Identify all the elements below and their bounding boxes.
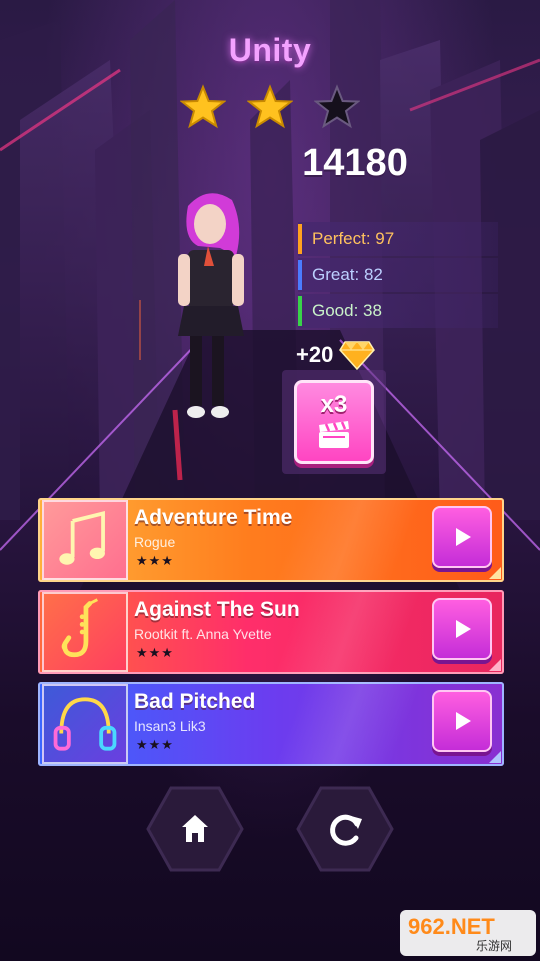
play-icon — [456, 528, 471, 546]
song-difficulty-stars: ★★★ — [136, 554, 174, 569]
clapperboard-icon — [319, 421, 349, 448]
replay-button[interactable] — [296, 786, 394, 872]
site-watermark-logo: 962.NET 乐游网 — [400, 910, 536, 956]
home-button[interactable] — [146, 786, 244, 872]
gem-reward: +20 — [296, 337, 376, 373]
song-artist: Rogue — [134, 534, 176, 550]
great-indicator — [298, 260, 302, 290]
multiplier-panel: x3 — [282, 370, 386, 474]
good-indicator — [298, 296, 302, 326]
play-icon — [456, 712, 471, 730]
song-card-bad-pitched[interactable]: Bad Pitched Insan3 Lik3 ★★★ — [38, 682, 504, 766]
corner-accent — [489, 659, 501, 671]
play-button[interactable] — [432, 598, 492, 660]
home-icon — [146, 786, 244, 872]
watermark-brand: 962.NET — [408, 914, 495, 939]
diamond-icon — [339, 341, 376, 370]
great-label: Great: 82 — [312, 265, 383, 284]
song-title: Bad Pitched — [134, 690, 256, 713]
music-note-icon — [59, 510, 105, 565]
score-value: 14180 — [302, 142, 408, 184]
replay-icon — [296, 786, 394, 872]
star-filled-icon — [180, 84, 226, 129]
perfect-label: Perfect: 97 — [312, 229, 395, 248]
song-thumbnail — [42, 684, 128, 764]
song-title: Adventure Time — [134, 506, 293, 529]
song-card-against-the-sun[interactable]: Against The Sun Rootkit ft. Anna Yvette … — [38, 590, 504, 674]
song-artist: Rootkit ft. Anna Yvette — [134, 626, 272, 642]
play-button[interactable] — [432, 690, 492, 752]
watch-ad-multiplier-button[interactable]: x3 — [294, 380, 374, 464]
song-difficulty-stars: ★★★ — [136, 646, 174, 661]
good-count: Good: 38 — [298, 294, 498, 328]
song-thumbnail — [42, 592, 128, 672]
corner-accent — [489, 751, 501, 763]
perfect-count: Perfect: 97 — [298, 222, 498, 256]
star-empty-icon — [314, 84, 360, 129]
song-card-adventure-time[interactable]: Adventure Time Rogue ★★★ — [38, 498, 504, 582]
corner-accent — [489, 567, 501, 579]
headphones-icon — [53, 697, 117, 751]
good-label: Good: 38 — [312, 301, 382, 320]
play-icon — [456, 620, 471, 638]
gem-reward-amount: +20 — [296, 342, 334, 367]
song-artist: Insan3 Lik3 — [134, 718, 206, 734]
song-title: Against The Sun — [134, 598, 300, 621]
star-rating — [180, 84, 360, 130]
perfect-indicator — [298, 224, 302, 254]
saxophone-icon — [61, 598, 98, 658]
multiplier-label: x3 — [320, 391, 348, 418]
star-filled-icon — [247, 84, 293, 129]
song-thumbnail — [42, 500, 128, 580]
song-difficulty-stars: ★★★ — [136, 738, 174, 753]
song-result-title: Unity — [228, 32, 312, 68]
great-count: Great: 82 — [298, 258, 498, 292]
player-character — [178, 193, 244, 418]
play-button[interactable] — [432, 506, 492, 568]
watermark-subtitle: 乐游网 — [476, 939, 512, 953]
